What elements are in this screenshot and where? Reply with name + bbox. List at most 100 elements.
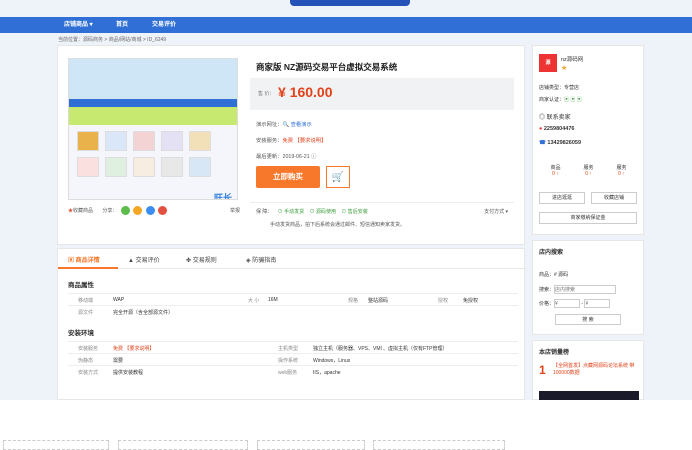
active-tab-underline [58,267,118,269]
tab-reviews[interactable]: ▲ 交易评价 [128,255,160,264]
update-label: 最后更新： [256,154,283,160]
search-button[interactable]: 搜 索 [555,314,621,325]
seller-type: 店铺类型：专营店 [539,85,580,91]
page-bottom [0,400,692,450]
spec-value: 16M [268,297,278,303]
spec-value: WAP [113,297,125,303]
gallery-tile [189,131,211,151]
nav-shop-products[interactable]: 店铺商品 ▾ [64,17,93,33]
seller-card: 源 nz源码网 ★ 店铺类型：专营店 商家认证：▣ ▣ ▣ ◎ 联系卖家 ● 2… [532,45,644,235]
nav-reviews[interactable]: 交易评价 [152,17,176,33]
gallery-tile [105,131,127,151]
seller-qq[interactable]: ● 2259804476 [539,126,574,132]
gallery-tile [189,157,211,177]
env-value: 提供安装教程 [113,370,144,376]
gallery-tile [133,131,155,151]
placeholder-box [373,440,505,450]
verify-badges-icon: ▣ ▣ ▣ [564,97,582,103]
spec-label: 规格 [348,298,359,304]
seller-verify-label: 商家认证： [539,97,565,103]
install-row: 安装服务：免费 【要求说明】 [256,136,326,144]
seller-phone[interactable]: ☎ 13429826059 [539,140,581,146]
spec-row: 源文件 完全开源（含全部源文件） [68,305,518,317]
price-box: 售 价： ¥ 160.00 [250,78,514,110]
product-detail-card: ▣ 商品详情 ▲ 交易评价 ✤ 交易规则 ◈ 防骗指南 商品属性 移动端 WAP … [57,248,526,400]
contact-seller[interactable]: ◎ 联系卖家 [539,112,571,121]
stat-item: 商品 0 ↑ [539,164,572,177]
spec-value: 完全开源（含全部源文件） [113,310,174,316]
price-to-input[interactable] [584,299,611,308]
qq-icon[interactable] [145,206,155,215]
stat-label: 商品 [550,165,561,171]
seller-name[interactable]: nz源码网 [561,55,583,63]
guarantee-section: 保 障： ⊙ 手动发货 ⊙ 源码使用 ⊙ 售后安装 支付方式 ▾ 手动发货商品，… [250,202,514,232]
env-row: 安装服务 免费 【要求说明】 主机类型 独立主机（服务器、VPS、VM）、虚拟主机（… [68,341,518,353]
spec-label: 授权 [438,298,449,304]
env-value: 独立主机（服务器、VPS、VM）、虚拟主机（仅有FTP管理） [313,346,448,352]
update-value: 2019-06-21 ⓘ [282,154,317,160]
tab-reviews-label: 交易评价 [135,258,160,264]
guarantee-item: ⊙ 手动发货 [277,209,305,215]
qzone-icon[interactable] [133,206,143,215]
gallery-tile [77,131,99,151]
stat-label: 服务 [616,165,627,171]
env-label: 主机类型 [278,346,299,352]
tab-product-detail[interactable]: ▣ 商品详情 [68,255,100,264]
payment-dropdown[interactable]: 支付方式 ▾ [484,208,508,215]
contact-seller-label: 联系卖家 [546,115,571,121]
buy-now-button[interactable]: 立即购买 [256,166,320,188]
gallery-brand-logo: 旺长网 [214,193,233,200]
gallery-tile [161,157,183,177]
price-from-input[interactable] [554,299,581,308]
tab-anti-fraud-label: 防骗指南 [252,258,277,264]
share-label: 分享： [102,207,118,214]
tab-anti-fraud[interactable]: ◈ 防骗指南 [246,255,276,264]
search-title: 店内搜索 [539,250,564,256]
gallery-tile [161,131,183,151]
deposit-badge: 商家缴纳保证金 [539,212,637,224]
enter-shop-button[interactable]: 进店逛逛 [539,192,585,204]
seller-avatar[interactable]: 源 [539,54,557,72]
report-link[interactable]: 举报 [230,207,240,214]
placeholder-box [118,440,248,450]
weibo-icon[interactable] [158,206,167,215]
add-to-cart-button[interactable]: 🛒 [326,166,350,188]
guarantee-item: ⊙ 售后安装 [341,209,368,215]
tab-rules[interactable]: ✤ 交易规则 [186,255,217,264]
favorite-shop-button[interactable]: 收藏店铺 [591,192,637,204]
demo-link[interactable]: 🔍 查看演示 [283,122,312,128]
env-label: 操作系统 [278,358,299,364]
spec-label: 大 小 [248,298,260,304]
placeholder-box [3,440,109,450]
spec-value: 免授权 [463,298,479,304]
spec-label: 移动端 [78,298,94,304]
gallery-tile [77,157,99,177]
site-logo[interactable] [290,0,410,6]
tab-product-detail-label: 商品详情 [75,258,100,264]
tab-rules-label: 交易规则 [192,258,217,264]
gallery-tile [133,157,155,177]
env-row: 伪静态 需要 操作系统 Windows，Linux [68,353,518,365]
guarantee-item: ⊙ 源码使用 [309,209,336,215]
bestseller-item-link[interactable]: 【全网首发】点藏网源码论坛系统 带100000数据 [553,363,639,377]
search-input[interactable] [554,285,617,294]
stat-item: 服务 0 ↑ [605,164,638,177]
environment-title: 安装环境 [68,330,94,337]
seller-verify: 商家认证：▣ ▣ ▣ [539,96,582,103]
product-gallery[interactable]: 旺长网 [68,58,238,200]
spec-value: 整站源码 [368,298,389,304]
stat-label: 服务 [583,165,594,171]
gallery-banner [69,59,237,99]
seller-qq-number: 2259804476 [543,126,575,132]
env-value: 需要 [113,358,124,364]
gallery-menu [69,99,237,107]
favorite-product-link[interactable]: 收藏商品 [73,208,93,214]
demo-row: 演示网址：🔍 查看演示 [256,120,312,128]
nav-home[interactable]: 首页 [116,17,128,33]
wechat-icon[interactable] [120,206,130,215]
install-value[interactable]: 免费 【要求说明】 [283,138,327,144]
env-value: 免费 【要求说明】 [113,346,155,352]
stat-value: 0 ↑ [585,171,592,177]
search-keyword-row: 商品：# 源码 [539,271,568,278]
bestseller-card: 本店销量榜 1 【全网首发】点藏网源码论坛系统 带100000数据 [532,340,644,401]
